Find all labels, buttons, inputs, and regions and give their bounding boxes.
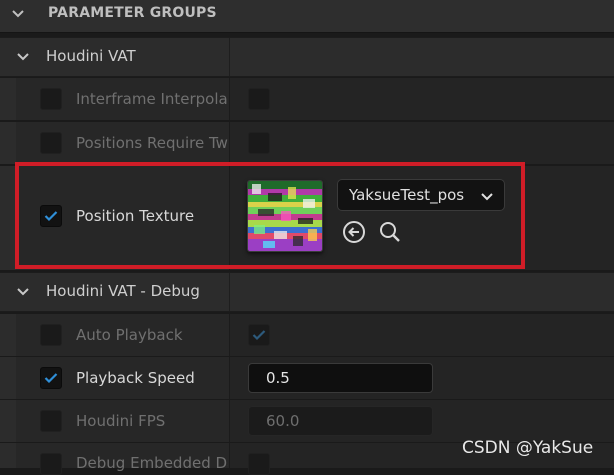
- input-value: 60.0: [266, 412, 300, 430]
- search-icon[interactable]: [378, 220, 402, 244]
- value-checkbox[interactable]: [248, 132, 270, 154]
- chevron-down-icon[interactable]: [15, 284, 31, 300]
- column-divider: [229, 273, 230, 311]
- param-label: Position Texture: [76, 207, 195, 225]
- checkmark-icon: [252, 330, 266, 341]
- checkmark-icon: [44, 211, 58, 222]
- playback-speed-input[interactable]: 0.5: [248, 363, 433, 393]
- override-checkbox[interactable]: [40, 324, 62, 346]
- group-header-houdini-vat-debug[interactable]: Houdini VAT - Debug: [0, 272, 614, 312]
- chevron-down-icon[interactable]: [15, 49, 31, 65]
- arrow-left-circle-icon[interactable]: [342, 220, 366, 244]
- override-checkbox[interactable]: [40, 410, 62, 432]
- override-checkbox[interactable]: [40, 88, 62, 110]
- group-header-houdini-vat[interactable]: Houdini VAT: [0, 37, 614, 77]
- watermark-text: CSDN @YakSue: [462, 438, 594, 458]
- param-row-houdini-fps: Houdini FPS 60.0: [0, 400, 614, 443]
- param-label: Playback Speed: [76, 369, 195, 387]
- value-checkbox[interactable]: [248, 88, 270, 110]
- param-label: Auto Playback: [76, 326, 183, 344]
- texture-asset-name: YaksueTest_pos: [349, 186, 465, 204]
- param-row-interframe-interpolation: Interframe Interpolati: [0, 78, 614, 121]
- checkmark-icon: [44, 373, 58, 384]
- material-instance-parameter-panel: PARAMETER GROUPS Houdini VAT Interframe …: [0, 0, 614, 475]
- houdini-fps-input[interactable]: 60.0: [248, 406, 433, 436]
- texture-asset-dropdown[interactable]: YaksueTest_pos: [337, 179, 505, 211]
- param-label: Interframe Interpolati: [76, 90, 228, 108]
- override-checkbox[interactable]: [40, 453, 62, 475]
- chevron-down-icon[interactable]: [10, 6, 26, 22]
- value-checkbox[interactable]: [248, 453, 270, 475]
- parameter-groups-title: PARAMETER GROUPS: [48, 5, 217, 21]
- chevron-down-icon: [480, 189, 494, 208]
- input-value: 0.5: [266, 369, 290, 387]
- column-divider: [229, 38, 230, 76]
- texture-preview-image: [248, 181, 322, 251]
- parameter-groups-header[interactable]: PARAMETER GROUPS: [0, 0, 614, 33]
- param-row-playback-speed: Playback Speed 0.5: [0, 357, 614, 400]
- group-title: Houdini VAT: [46, 47, 136, 65]
- param-row-auto-playback: Auto Playback: [0, 314, 614, 357]
- param-label: Debug Embedded Dat: [76, 454, 228, 472]
- param-row-positions-require-two-textures: Positions Require Tw: [0, 122, 614, 165]
- param-label: Positions Require Tw: [76, 134, 228, 152]
- value-checkbox-checked[interactable]: [248, 324, 270, 346]
- texture-thumbnail[interactable]: [247, 180, 323, 252]
- override-checkbox-checked[interactable]: [40, 205, 62, 227]
- param-label: Houdini FPS: [76, 412, 166, 430]
- override-checkbox[interactable]: [40, 132, 62, 154]
- group-title: Houdini VAT - Debug: [46, 282, 200, 300]
- override-checkbox-checked[interactable]: [40, 367, 62, 389]
